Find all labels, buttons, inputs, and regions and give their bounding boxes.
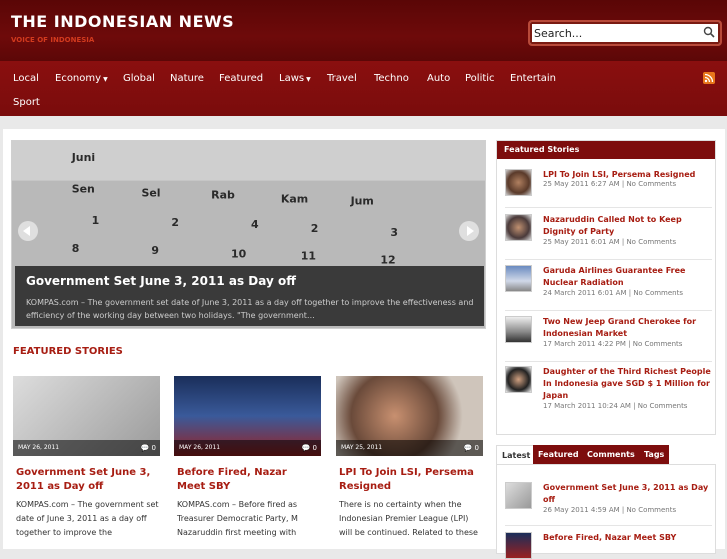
nav-nature[interactable]: Nature xyxy=(170,72,204,86)
sidebar-story-title[interactable]: Daughter of the Third Richest People In … xyxy=(543,366,713,402)
search-box[interactable] xyxy=(528,20,722,46)
nav-local[interactable]: Local xyxy=(13,72,39,86)
sidebar-story-meta: 25 May 2011 6:27 AM | No Comments xyxy=(543,180,677,188)
svg-text:9: 9 xyxy=(151,244,159,257)
nav-global[interactable]: Global xyxy=(123,72,155,86)
arrow-right-icon xyxy=(467,226,474,236)
svg-text:Juni: Juni xyxy=(71,151,95,164)
story-title[interactable]: Government Set June 3, 2011 as Day off xyxy=(16,466,156,494)
main-nav: Local Economy ▼ Global Nature Featured La… xyxy=(0,61,727,116)
slider-prev-button[interactable] xyxy=(18,221,38,241)
svg-text:Kam: Kam xyxy=(281,192,308,205)
story-thumbnail[interactable]: MAY 26, 2011 💬 0 xyxy=(174,376,321,456)
divider xyxy=(505,259,712,260)
chevron-down-icon: ▼ xyxy=(103,76,108,83)
slider-caption: Government Set June 3, 2011 as Day off K… xyxy=(15,266,484,326)
sidebar-thumbnail[interactable] xyxy=(505,214,532,241)
widget-title: Featured Stories xyxy=(497,141,715,159)
sidebar-story-title[interactable]: Nazaruddin Called Not to Keep Dignity of… xyxy=(543,214,713,238)
sidebar-story-meta: 25 May 2011 6:01 AM | No Comments xyxy=(543,238,677,246)
svg-text:1: 1 xyxy=(92,214,100,227)
latest-thumbnail[interactable] xyxy=(505,482,532,509)
svg-text:Jum: Jum xyxy=(350,194,374,207)
divider xyxy=(505,361,712,362)
svg-text:4: 4 xyxy=(251,218,259,231)
featured-stories-heading: FEATURED STORIES xyxy=(13,346,123,357)
sidebar-thumbnail[interactable] xyxy=(505,265,532,292)
story-thumbnail[interactable]: MAY 25, 2011 💬 0 xyxy=(336,376,483,456)
latest-thumbnail[interactable] xyxy=(505,532,532,559)
svg-text:Rab: Rab xyxy=(211,188,235,201)
featured-slider[interactable]: Juni Sen Sel Rab Kam Jum 12423 8 9 10 11 12 Gove… xyxy=(11,140,486,329)
tab-comments[interactable]: Comments xyxy=(582,445,640,464)
site-title[interactable]: THE INDONESIAN NEWS xyxy=(11,12,234,31)
nav-politic[interactable]: Politic xyxy=(465,72,495,86)
story-excerpt: KOMPAS.com – The government set date of … xyxy=(16,500,159,537)
site-header: THE INDONESIAN NEWS VOICE OF INDONESIA xyxy=(0,0,727,61)
latest-widget: Government Set June 3, 2011 as Day off 2… xyxy=(496,464,716,559)
rss-icon[interactable] xyxy=(703,72,715,84)
svg-text:Sel: Sel xyxy=(141,186,160,199)
tab-latest[interactable]: Latest xyxy=(496,445,537,464)
comment-count[interactable]: 💬 0 xyxy=(302,440,317,456)
story-excerpt: KOMPAS.com – Before fired as Treasurer D… xyxy=(177,500,298,537)
site-tagline: VOICE OF INDONESIA xyxy=(11,36,95,44)
story-title[interactable]: LPI To Join LSI, Persema Resigned xyxy=(339,466,479,494)
sidebar-thumbnail[interactable] xyxy=(505,169,532,196)
nav-economy[interactable]: Economy ▼ xyxy=(55,72,108,86)
svg-text:3: 3 xyxy=(390,226,398,239)
nav-techno[interactable]: Techno xyxy=(374,72,409,86)
chevron-down-icon: ▼ xyxy=(306,76,311,83)
sidebar-story-meta: 24 March 2011 6:01 AM | No Comments xyxy=(543,289,684,297)
story-date: MAY 25, 2011 💬 0 xyxy=(336,440,483,456)
sidebar-thumbnail[interactable] xyxy=(505,316,532,343)
story-excerpt: There is no certainty when the Indonesia… xyxy=(339,500,478,537)
svg-text:2: 2 xyxy=(311,222,319,235)
story-thumbnail[interactable]: MAY 26, 2011 💬 0 xyxy=(13,376,160,456)
search-input[interactable] xyxy=(534,25,699,41)
nav-travel[interactable]: Travel xyxy=(327,72,357,86)
nav-featured[interactable]: Featured xyxy=(219,72,263,86)
latest-story-meta: 26 May 2011 4:59 AM | No Comments xyxy=(543,506,677,514)
latest-story-title[interactable]: Government Set June 3, 2011 as Day off xyxy=(543,482,713,506)
sidebar-story-title[interactable]: Two New Jeep Grand Cherokee for Indonesi… xyxy=(543,316,713,340)
svg-text:10: 10 xyxy=(231,248,247,261)
arrow-left-icon xyxy=(23,226,30,236)
sidebar-story-meta: 17 March 2011 4:22 PM | No Comments xyxy=(543,340,683,348)
comment-count[interactable]: 💬 0 xyxy=(464,440,479,456)
slider-next-button[interactable] xyxy=(459,221,479,241)
svg-text:2: 2 xyxy=(171,216,179,229)
latest-story-title[interactable]: Before Fired, Nazar Meet SBY xyxy=(543,532,713,544)
tab-tags[interactable]: Tags xyxy=(639,445,670,464)
tab-featured[interactable]: Featured xyxy=(533,445,584,464)
nav-entertain[interactable]: Entertain xyxy=(510,72,556,86)
sidebar-thumbnail[interactable] xyxy=(505,366,532,393)
sidebar-story-title[interactable]: Garuda Airlines Guarantee Free Nuclear R… xyxy=(543,265,713,289)
story-date: MAY 26, 2011 💬 0 xyxy=(174,440,321,456)
svg-text:Sen: Sen xyxy=(72,182,95,195)
svg-text:11: 11 xyxy=(301,250,316,263)
divider xyxy=(505,310,712,311)
featured-stories-widget: Featured Stories LPI To Join LSI, Persem… xyxy=(496,140,716,435)
svg-text:12: 12 xyxy=(380,254,395,267)
slider-title[interactable]: Government Set June 3, 2011 as Day off xyxy=(26,274,296,288)
comment-count[interactable]: 💬 0 xyxy=(141,440,156,456)
divider xyxy=(505,207,712,208)
nav-auto[interactable]: Auto xyxy=(427,72,450,86)
story-date: MAY 26, 2011 💬 0 xyxy=(13,440,160,456)
search-icon[interactable] xyxy=(703,26,715,38)
nav-sport[interactable]: Sport xyxy=(13,96,40,110)
slider-excerpt: KOMPAS.com – The government set date of … xyxy=(26,298,474,320)
svg-text:8: 8 xyxy=(72,242,80,255)
sidebar-story-meta: 17 March 2011 10:24 AM | No Comments xyxy=(543,402,688,410)
nav-laws[interactable]: Laws ▼ xyxy=(279,72,311,86)
divider xyxy=(505,525,712,526)
story-title[interactable]: Before Fired, Nazar Meet SBY xyxy=(177,466,317,494)
